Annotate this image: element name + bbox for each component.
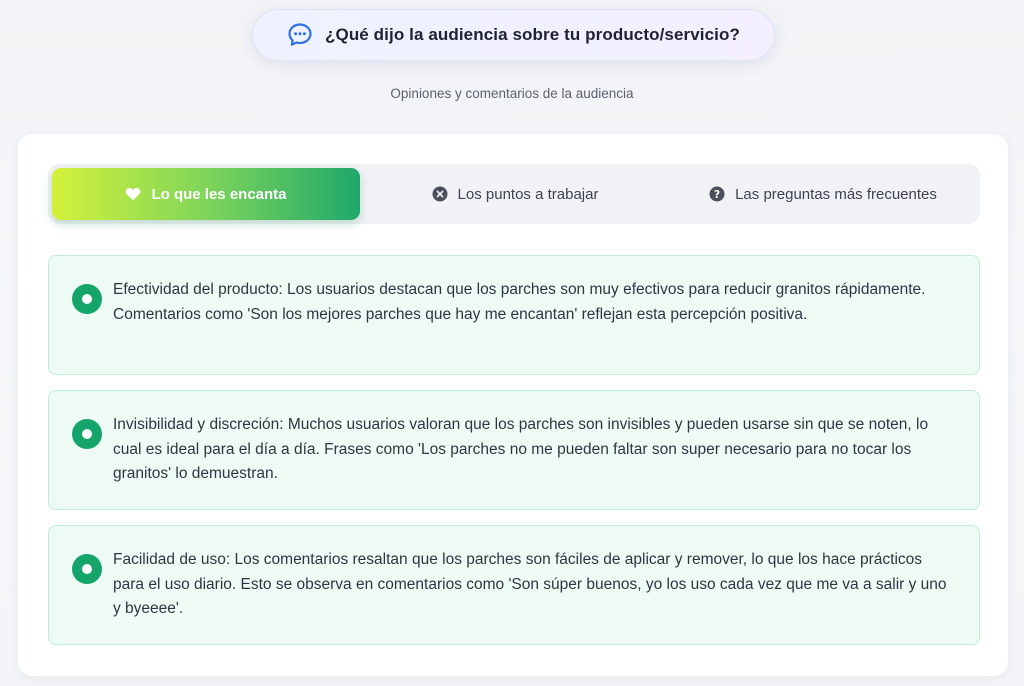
item-text: Efectividad del producto: Los usuarios d…	[113, 281, 926, 323]
tab-los-puntos-a-trabajar[interactable]: Los puntos a trabajar	[360, 168, 670, 220]
list-item: Invisibilidad y discreción: Muchos usuar…	[48, 390, 980, 510]
tab-lo-que-les-encanta[interactable]: Lo que les encanta	[52, 168, 360, 220]
x-circle-icon	[432, 186, 448, 202]
tab-label: Las preguntas más frecuentes	[735, 185, 937, 203]
section-header: ¿Qué dijo la audiencia sobre tu producto…	[252, 9, 775, 61]
chat-bubble-icon	[287, 22, 313, 48]
tab-las-preguntas-mas-frecuentes[interactable]: ? Las preguntas más frecuentes	[670, 168, 976, 220]
plus-circle-icon	[72, 284, 102, 314]
tab-label: Lo que les encanta	[151, 185, 287, 203]
list-item: Facilidad de uso: Los comentarios resalt…	[48, 525, 980, 645]
feedback-card: Lo que les encanta Los puntos a trabajar…	[18, 134, 1008, 676]
item-text: Facilidad de uso: Los comentarios resalt…	[113, 551, 947, 617]
plus-circle-icon	[72, 419, 102, 449]
tab-label: Los puntos a trabajar	[457, 185, 599, 203]
heart-icon	[125, 186, 141, 202]
section-subtitle: Opiniones y comentarios de la audiencia	[390, 86, 634, 101]
svg-text:?: ?	[714, 189, 720, 201]
plus-circle-icon	[72, 554, 102, 584]
section-title: ¿Qué dijo la audiencia sobre tu producto…	[325, 25, 740, 44]
question-circle-icon: ?	[709, 186, 725, 202]
list-item: Efectividad del producto: Los usuarios d…	[48, 255, 980, 375]
item-text: Invisibilidad y discreción: Muchos usuar…	[113, 416, 929, 482]
tab-bar: Lo que les encanta Los puntos a trabajar…	[48, 164, 980, 224]
